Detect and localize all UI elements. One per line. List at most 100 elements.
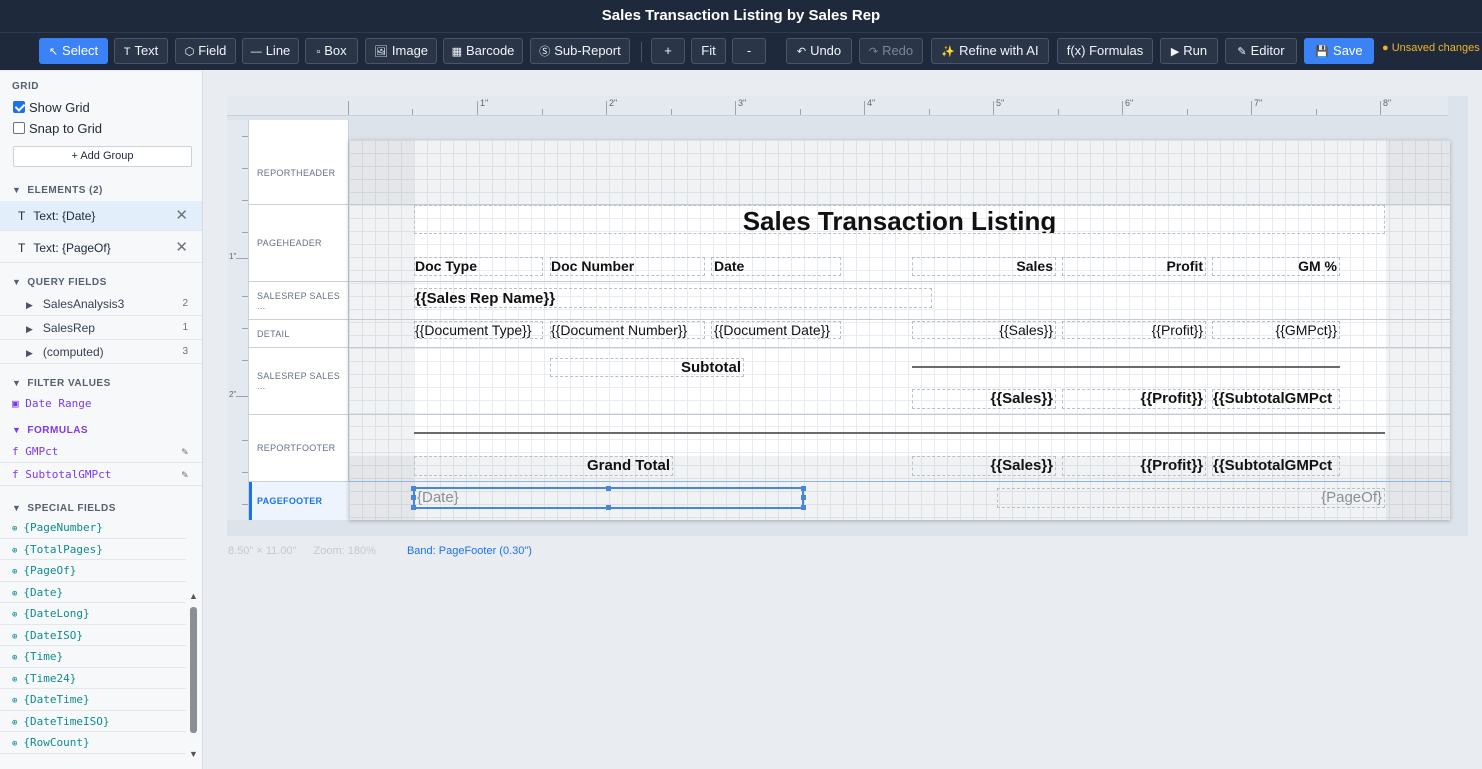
save-button[interactable]: 💾 Save [1304,38,1374,64]
special-field-item[interactable]: ⊕ {TotalPages} [0,539,186,560]
field-tool-button[interactable]: ⬡ Field [175,38,236,64]
undo-button[interactable]: ↶ Undo [786,38,852,64]
special-field-item[interactable]: ⊕ {Time} [0,646,186,668]
report-page[interactable]: Sales Transaction Listing Doc Type Doc N… [349,140,1450,520]
header-doc-number[interactable]: Doc Number [550,257,705,276]
band-label-reportheader[interactable]: REPORTHEADER [249,141,349,205]
snap-to-grid-checkbox[interactable]: Snap to Grid [13,121,102,136]
subtotal-label[interactable]: Subtotal [550,358,744,377]
special-field-item[interactable]: ⊕ {PageNumber} [0,517,186,539]
select-tool-button[interactable]: ↖ Select [39,38,108,64]
grand-total-gm-pct[interactable]: {{SubtotalGMPct [1212,456,1340,476]
header-profit[interactable]: Profit [1062,257,1206,276]
subtotal-profit[interactable]: {{Profit}} [1062,389,1206,409]
special-field-item[interactable]: ⊕ {DateTimeISO} [0,711,186,732]
image-tool-button[interactable]: 🖼 Image [365,38,437,64]
special-field-item[interactable]: ⊕ {DateLong} [0,603,186,625]
barcode-tool-button[interactable]: ▦ Barcode [443,38,523,64]
special-field-item[interactable]: ⊕ {RowCount} [0,732,186,754]
detail-profit[interactable]: {{Profit}} [1062,321,1206,339]
zoom-fit-button[interactable]: Fit [691,38,726,64]
box-tool-button[interactable]: ▫ Box [305,38,358,64]
grand-total-profit[interactable]: {{Profit}} [1062,456,1206,476]
refine-with-ai-button[interactable]: ✨ Refine with AI [931,38,1049,64]
band-label-pageheader[interactable]: PAGEHEADER [249,205,349,282]
elements-section-title[interactable]: ▼ ELEMENTS (2) [12,185,103,196]
special-fields-section-title[interactable]: ▼ SPECIAL FIELDS [12,503,116,514]
add-group-button[interactable]: + Add Group [13,146,192,167]
band-divider[interactable] [349,281,1450,282]
header-sales[interactable]: Sales [912,257,1056,276]
formulas-button[interactable]: f(x) Formulas [1057,38,1153,64]
zoom-in-button[interactable]: + [651,38,685,64]
resize-handle[interactable] [411,495,416,500]
band-divider[interactable] [349,347,1450,348]
band-label-group-footer[interactable]: SALESREP SALES ... [249,348,349,415]
band-label-detail[interactable]: DETAIL [249,320,349,348]
subtotal-sales[interactable]: {{Sales}} [912,389,1056,409]
detail-gm-pct[interactable]: {{GMPct}} [1212,321,1340,339]
special-field-item[interactable]: ⊕ {Date} [0,582,186,603]
sidebar-scrollbar[interactable]: ▲ ▼ [189,591,198,769]
grand-total-label[interactable]: Grand Total [414,456,673,476]
detail-sales[interactable]: {{Sales}} [912,321,1056,339]
header-gm-pct[interactable]: GM % [1212,257,1340,276]
scroll-up-icon[interactable]: ▲ [189,591,198,601]
pencil-icon[interactable]: ✎ [181,441,188,463]
subreport-tool-button[interactable]: Ⓢ Sub-Report [530,38,630,64]
close-icon[interactable]: ✕ [175,233,188,263]
resize-handle[interactable] [411,505,416,510]
subtotal-gm-pct[interactable]: {{SubtotalGMPct [1212,389,1340,409]
element-item[interactable]: T Text: {PageOf} ✕ [0,233,202,263]
detail-doc-date[interactable]: {{Document Date}} [711,321,841,339]
scroll-down-icon[interactable]: ▼ [189,749,198,759]
band-divider[interactable] [349,481,1450,482]
header-doc-type[interactable]: Doc Type [414,257,543,276]
subtotal-line[interactable] [912,366,1340,368]
element-item[interactable]: T Text: {Date} ✕ [0,201,202,231]
band-divider[interactable] [349,414,1450,415]
special-field-item[interactable]: ⊕ {DateISO} [0,625,186,646]
resize-handle[interactable] [801,495,806,500]
detail-doc-type[interactable]: {{Document Type}} [414,321,543,339]
zoom-out-button[interactable]: - [732,38,766,64]
filter-item-date-range[interactable]: ▣ Date Range [12,397,91,410]
report-title[interactable]: Sales Transaction Listing [414,205,1385,234]
band-label-reportfooter[interactable]: REPORTFOOTER [249,415,349,482]
resize-handle[interactable] [606,486,611,491]
design-canvas[interactable]: 1" 2" 3" 4" 5" 6" 7" 8" 1" 2" REPORTHEAD… [227,96,1468,536]
resize-handle[interactable] [606,505,611,510]
special-field-item[interactable]: ⊕ {PageOf} [0,560,186,582]
scrollbar-thumb[interactable] [190,607,197,733]
resize-handle[interactable] [801,486,806,491]
detail-doc-number[interactable]: {{Document Number}} [550,321,705,339]
grand-total-line[interactable] [414,432,1385,434]
formulas-section-title[interactable]: ▼ FORMULAS [12,425,88,436]
show-grid-checkbox[interactable]: Show Grid [13,100,90,115]
page-footer-pageof-field[interactable]: {PageOf} [997,488,1385,508]
special-field-item[interactable]: ⊕ {DateTime} [0,689,186,711]
formula-item[interactable]: f GMPct ✎ [0,441,202,463]
group-header-sales-rep[interactable]: {{Sales Rep Name}} [414,288,932,308]
query-field-item[interactable]: ▶ SalesRep 1 [0,316,202,340]
resize-handle[interactable] [801,505,806,510]
special-field-item[interactable]: ⊕ {Time24} [0,668,186,689]
query-field-item[interactable]: ▶ SalesAnalysis3 2 [0,292,202,316]
resize-handle[interactable] [411,486,416,491]
filter-values-section-title[interactable]: ▼ FILTER VALUES [12,378,111,389]
query-fields-section-title[interactable]: ▼ QUERY FIELDS [12,277,107,288]
pencil-icon[interactable]: ✎ [181,464,188,486]
editor-button[interactable]: ✎ Editor [1225,38,1297,64]
header-date[interactable]: Date [711,257,841,276]
band-label-pagefooter[interactable]: PAGEFOOTER [249,482,349,520]
grand-total-sales[interactable]: {{Sales}} [912,456,1056,476]
redo-button[interactable]: ↷ Redo [859,38,923,64]
query-field-item[interactable]: ▶ (computed) 3 [0,340,202,364]
line-tool-button[interactable]: — Line [242,38,299,64]
text-tool-button[interactable]: T Text [114,38,168,64]
formula-item[interactable]: f SubtotalGMPct ✎ [0,464,202,486]
band-label-group-header[interactable]: SALESREP SALES ... [249,282,349,320]
close-icon[interactable]: ✕ [175,201,188,231]
band-divider[interactable] [349,319,1450,320]
run-button[interactable]: ▶ Run [1160,38,1218,64]
